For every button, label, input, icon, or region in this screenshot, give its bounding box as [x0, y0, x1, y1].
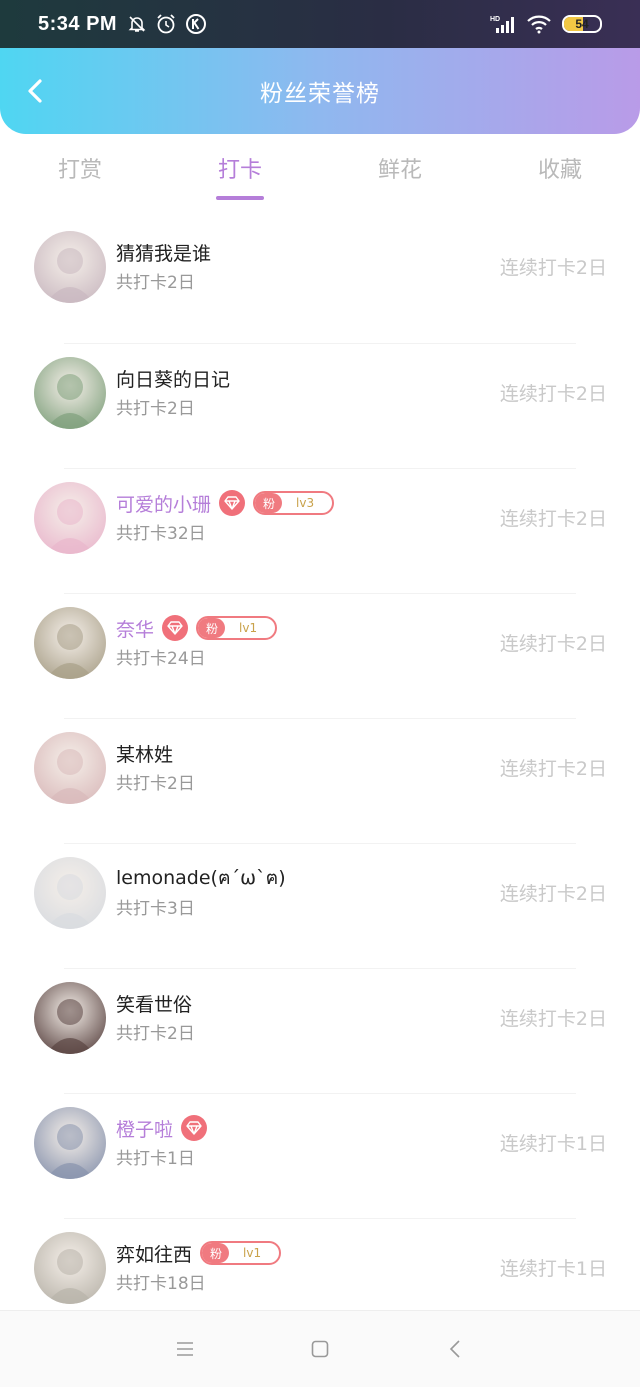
total-checkins: 共打卡2日 — [116, 399, 195, 419]
status-bar: 5:34 PM HD 54 — [0, 0, 640, 48]
chevron-left-icon — [28, 79, 42, 103]
streak-label: 连续打卡2日 — [499, 883, 607, 905]
user-name[interactable]: 可爱的小珊 — [116, 490, 211, 517]
streak-label: 连续打卡2日 — [499, 257, 607, 279]
back-button[interactable] — [20, 74, 50, 108]
fan-badge-label: 粉 — [255, 493, 283, 513]
user-name[interactable]: 奈华 — [116, 615, 154, 642]
header: 粉丝荣誉榜 — [0, 48, 640, 134]
list-item[interactable]: 橙子啦共打卡1日 连续打卡1日 — [34, 1093, 607, 1218]
total-checkins: 共打卡18日 — [116, 1274, 206, 1294]
alarm-icon — [157, 14, 175, 34]
avatar[interactable] — [34, 732, 106, 804]
total-checkins: 共打卡3日 — [116, 899, 195, 919]
list-item[interactable]: 奈华 粉 lv1 共打卡24日 连续打卡2日 — [34, 593, 607, 718]
fan-level-badge: 粉 lv1 — [200, 1241, 282, 1265]
fan-level: lv1 — [239, 621, 258, 635]
system-back-button[interactable] — [435, 1329, 475, 1369]
user-name[interactable]: 笑看世俗 — [116, 990, 192, 1017]
signal-hd-icon: HD — [490, 16, 514, 33]
avatar[interactable] — [34, 1232, 106, 1304]
page-title: 粉丝荣誉榜 — [260, 81, 380, 107]
list-item[interactable]: 向日葵的日记共打卡2日 连续打卡2日 — [34, 343, 607, 468]
user-name[interactable]: 向日葵的日记 — [116, 365, 230, 392]
tab-bar: 打赏 打卡 鲜花 收藏 — [0, 142, 640, 202]
user-name[interactable]: lemonade(ฅ´ω`ฅ) — [116, 863, 286, 893]
fan-badge-label: 粉 — [198, 618, 226, 638]
k-app-icon — [186, 14, 207, 34]
diamond-badge-icon — [181, 1115, 208, 1141]
avatar[interactable] — [34, 357, 106, 429]
avatar[interactable] — [34, 482, 106, 554]
total-checkins: 共打卡1日 — [116, 1149, 195, 1169]
battery-icon: 54 — [562, 15, 602, 33]
streak-label: 连续打卡2日 — [499, 383, 607, 405]
menu-icon — [177, 1342, 193, 1356]
user-name[interactable]: 猜猜我是谁 — [116, 239, 211, 266]
streak-label: 连续打卡1日 — [499, 1133, 607, 1155]
svg-text:HD: HD — [490, 16, 500, 23]
list-item[interactable]: lemonade(ฅ´ω`ฅ) 共打卡3日 连续打卡2日 — [34, 843, 607, 968]
status-time: 5:34 PM — [38, 12, 118, 35]
tab-favorites[interactable]: 收藏 — [480, 142, 640, 202]
avatar[interactable] — [34, 1107, 106, 1179]
streak-label: 连续打卡2日 — [499, 1008, 607, 1030]
avatar[interactable] — [34, 231, 106, 303]
total-checkins: 共打卡2日 — [116, 1024, 195, 1044]
diamond-badge-icon — [162, 615, 189, 641]
total-checkins: 共打卡32日 — [116, 524, 206, 544]
menu-button[interactable] — [165, 1329, 205, 1369]
system-nav-bar — [0, 1310, 640, 1387]
home-icon — [311, 1340, 329, 1358]
list-item[interactable]: 可爱的小珊 粉 lv3 共打卡32日 连续打卡2日 — [34, 468, 607, 593]
streak-label: 连续打卡2日 — [499, 758, 607, 780]
list-item[interactable]: 猜猜我是谁共打卡2日 连续打卡2日 — [34, 218, 607, 343]
home-button[interactable] — [300, 1329, 340, 1369]
avatar[interactable] — [34, 857, 106, 929]
tab-tip[interactable]: 打赏 — [0, 142, 160, 202]
streak-label: 连续打卡1日 — [499, 1258, 607, 1280]
streak-label: 连续打卡2日 — [499, 508, 607, 530]
fan-level-badge: 粉 lv3 — [253, 491, 335, 515]
user-name[interactable]: 弈如往西 — [116, 1240, 192, 1267]
tab-checkin[interactable]: 打卡 — [160, 142, 320, 202]
wifi-icon — [527, 15, 551, 34]
total-checkins: 共打卡2日 — [116, 273, 195, 293]
tab-flowers[interactable]: 鲜花 — [320, 142, 480, 202]
avatar[interactable] — [34, 982, 106, 1054]
avatar[interactable] — [34, 607, 106, 679]
fan-level: lv1 — [243, 1246, 262, 1260]
streak-label: 连续打卡2日 — [499, 633, 607, 655]
diamond-badge-icon — [219, 490, 246, 516]
mute-bell-icon — [128, 16, 146, 32]
back-icon — [449, 1340, 460, 1358]
list-item[interactable]: 某林姓共打卡2日 连续打卡2日 — [34, 718, 607, 843]
fan-level: lv3 — [296, 496, 315, 510]
fan-list: 猜猜我是谁 共打卡2日 连续打卡2日 向日葵的日记 共打卡2日 连续打卡2日 可爱的小珊粉 l… — [0, 218, 640, 1343]
total-checkins: 共打卡2日 — [116, 774, 195, 794]
list-item[interactable]: 笑看世俗共打卡2日 连续打卡2日 — [34, 968, 607, 1093]
fan-level-badge: 粉 lv1 — [196, 616, 278, 640]
fan-badge-label: 粉 — [202, 1243, 230, 1263]
user-name[interactable]: 某林姓 — [116, 740, 173, 767]
user-name[interactable]: 橙子啦 — [116, 1115, 173, 1142]
total-checkins: 共打卡24日 — [116, 649, 206, 669]
